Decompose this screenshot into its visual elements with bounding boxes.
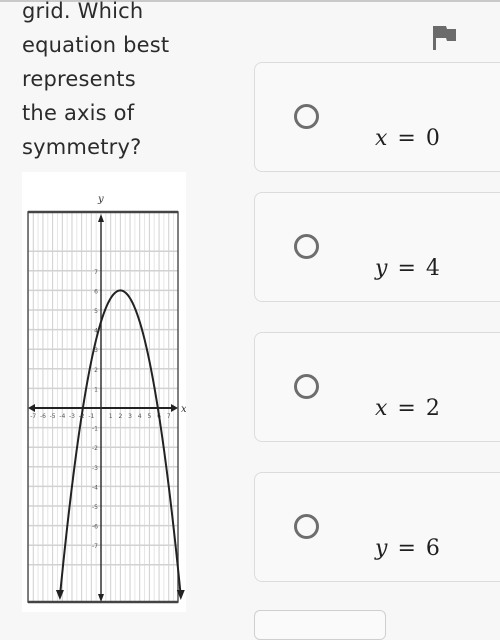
y-tick-label: 6 bbox=[94, 288, 98, 295]
equation-variable: y bbox=[375, 256, 388, 281]
y-tick-label: -1 bbox=[92, 426, 98, 433]
x-tick-label: -6 bbox=[40, 413, 46, 420]
radio-button[interactable] bbox=[294, 104, 319, 129]
question-line: the axis of bbox=[22, 101, 135, 125]
option-equation: x = 0 bbox=[375, 126, 440, 151]
radio-button[interactable] bbox=[294, 374, 319, 399]
x-tick-label: 7 bbox=[167, 413, 171, 420]
x-axis-arrow-right bbox=[171, 404, 178, 412]
question-text: grid. Which equation best represents the… bbox=[22, 0, 232, 164]
next-button[interactable] bbox=[254, 610, 386, 640]
x-tick-label: -1 bbox=[88, 413, 94, 420]
equation-value: 2 bbox=[425, 396, 440, 421]
x-tick-label: 3 bbox=[128, 413, 132, 420]
equation-variable: y bbox=[375, 536, 388, 561]
y-tick-label: 7 bbox=[94, 269, 98, 276]
x-axis-label: x bbox=[181, 404, 186, 415]
question-line: grid. Which bbox=[22, 0, 144, 23]
x-tick-label: 5 bbox=[147, 413, 151, 420]
equation-operator: = bbox=[397, 126, 416, 151]
equation-variable: x bbox=[375, 396, 388, 421]
equation-value: 0 bbox=[425, 126, 440, 151]
option-equation: y = 6 bbox=[375, 536, 440, 561]
y-tick-label: 2 bbox=[94, 367, 98, 374]
equation-variable: x bbox=[375, 126, 388, 151]
question-line: represents bbox=[22, 67, 136, 91]
option-equation: x = 2 bbox=[375, 396, 440, 421]
y-tick-label: 5 bbox=[94, 308, 98, 315]
y-tick-label: 1 bbox=[94, 386, 98, 393]
y-axis-label: y bbox=[97, 194, 104, 205]
x-tick-label: -3 bbox=[69, 413, 75, 420]
y-tick-label: -2 bbox=[92, 445, 98, 452]
flag-icon[interactable] bbox=[432, 24, 458, 52]
equation-operator: = bbox=[397, 256, 416, 281]
x-tick-label: 4 bbox=[138, 413, 142, 420]
equation-operator: = bbox=[397, 536, 416, 561]
y-tick-label: -4 bbox=[92, 484, 98, 491]
option-equation: y = 4 bbox=[375, 256, 440, 281]
equation-value: 4 bbox=[425, 256, 440, 281]
question-line: equation best bbox=[22, 33, 170, 57]
radio-button[interactable] bbox=[294, 514, 319, 539]
y-tick-label: -6 bbox=[92, 524, 98, 531]
y-tick-label: -5 bbox=[92, 504, 98, 511]
radio-button[interactable] bbox=[294, 234, 319, 259]
answer-option-1[interactable]: x = 0 bbox=[254, 62, 500, 172]
y-tick-label: -7 bbox=[92, 543, 98, 550]
answer-option-4[interactable]: y = 6 bbox=[254, 472, 500, 582]
x-tick-label: -4 bbox=[59, 413, 65, 420]
x-tick-label: -7 bbox=[30, 413, 36, 420]
parabola-graph: xy-7-6-5-4-3-2-112345677654321-1-2-3-4-5… bbox=[22, 172, 186, 612]
y-axis-arrow-top bbox=[98, 214, 104, 222]
x-tick-label: -5 bbox=[50, 413, 56, 420]
x-axis-arrow-left bbox=[28, 404, 35, 412]
answer-option-2[interactable]: y = 4 bbox=[254, 192, 500, 302]
x-tick-label: 2 bbox=[118, 413, 122, 420]
question-line: symmetry? bbox=[22, 135, 142, 159]
x-tick-label: 1 bbox=[109, 413, 113, 420]
answer-option-3[interactable]: x = 2 bbox=[254, 332, 500, 442]
equation-operator: = bbox=[397, 396, 416, 421]
graph-canvas: xy-7-6-5-4-3-2-112345677654321-1-2-3-4-5… bbox=[27, 194, 186, 604]
equation-value: 6 bbox=[425, 536, 440, 561]
y-tick-label: -3 bbox=[92, 465, 98, 472]
